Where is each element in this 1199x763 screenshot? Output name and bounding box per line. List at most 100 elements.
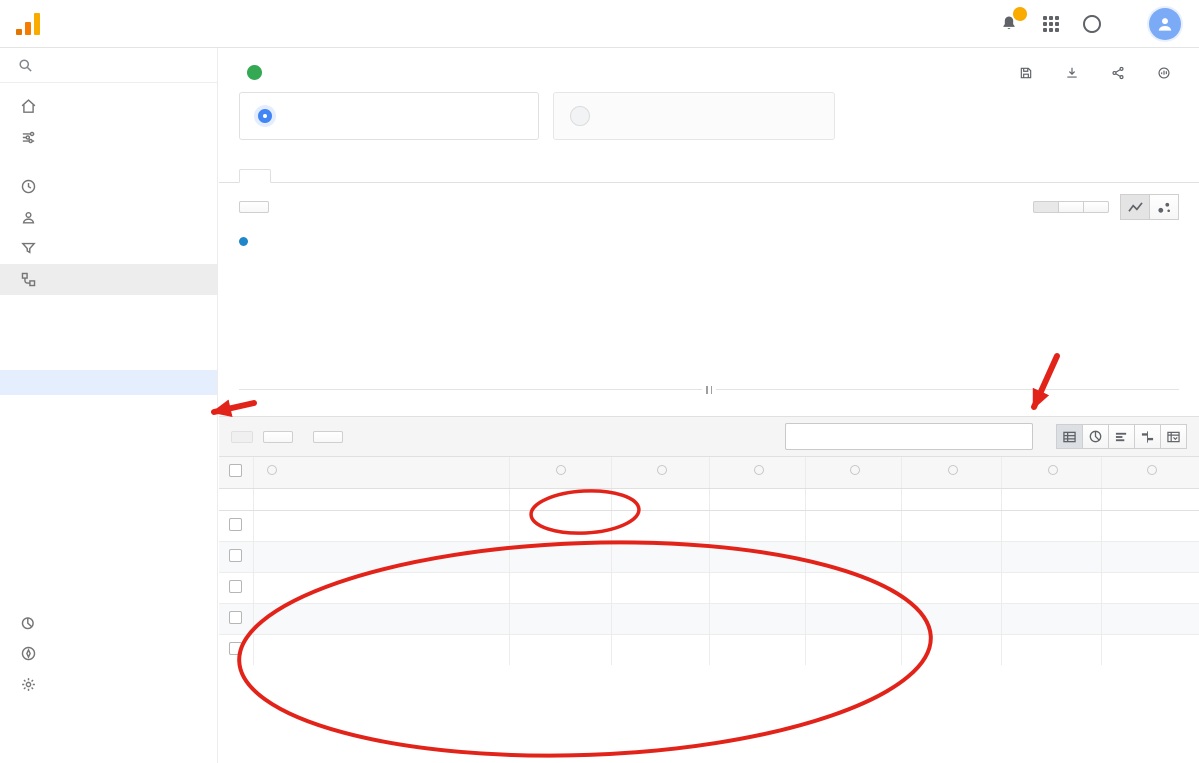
granularity-day-button[interactable] (1033, 201, 1059, 213)
sidebar-item-landing-pages[interactable] (0, 420, 217, 445)
metric-dropdown[interactable] (239, 201, 269, 213)
sidebar-item-all-pages[interactable] (0, 370, 217, 395)
granularity-toggle (1033, 201, 1109, 213)
help-icon (1083, 15, 1101, 33)
bubble-chart-icon (1157, 201, 1172, 214)
granularity-week-button[interactable] (1058, 201, 1084, 213)
analytics-logo-icon (16, 13, 40, 35)
help-icon (657, 465, 667, 475)
audience-icon (20, 209, 37, 226)
notification-badge (1013, 7, 1027, 21)
help-button[interactable] (1083, 15, 1101, 33)
sidebar-item-customization[interactable] (0, 122, 217, 153)
left-sidebar (0, 48, 218, 763)
chart-scroll-track[interactable] (239, 389, 1179, 397)
row-checkbox[interactable] (229, 611, 242, 624)
secondary-dimension-dropdown[interactable] (263, 431, 293, 443)
sidebar-search[interactable] (0, 48, 217, 83)
row-checkbox[interactable] (229, 518, 242, 531)
customization-icon (20, 129, 37, 146)
acquisition-icon (20, 240, 37, 257)
pie-chart-icon (1089, 430, 1102, 443)
motion-chart-toggle-button[interactable] (1149, 194, 1179, 220)
select-all-checkbox[interactable] (229, 464, 242, 477)
attribution-icon (20, 614, 37, 631)
pivot-view-button[interactable] (1160, 424, 1187, 449)
advanced-filter-chip[interactable] (785, 423, 1033, 450)
sidebar-item-discover[interactable] (0, 638, 217, 669)
sidebar-item-site-speed[interactable] (0, 470, 217, 495)
gear-icon (20, 676, 37, 693)
sidebar-item-content-drilldown[interactable] (0, 395, 217, 420)
help-icon (948, 465, 958, 475)
segment-ring-icon (258, 109, 272, 123)
timeseries-chart[interactable] (219, 248, 1199, 397)
row-checkbox[interactable] (229, 549, 242, 562)
help-icon (1147, 465, 1157, 475)
sidebar-item-acquisition[interactable] (0, 233, 217, 264)
sidebar-item-experiments[interactable] (0, 570, 217, 595)
column-header-pageviews[interactable] (509, 457, 611, 489)
sidebar-item-home[interactable] (0, 91, 217, 122)
sidebar-item-events[interactable] (0, 520, 217, 545)
plot-rows-button[interactable] (231, 431, 253, 443)
segment-all-users[interactable] (239, 92, 539, 140)
column-header-page-value[interactable] (1101, 457, 1199, 489)
sidebar-item-behavior-overview[interactable] (0, 295, 217, 320)
insights-icon (1157, 66, 1171, 80)
tab-navigation-summary[interactable] (271, 170, 301, 182)
tab-explorer[interactable] (239, 169, 271, 183)
table-row (219, 573, 1199, 604)
granularity-month-button[interactable] (1083, 201, 1109, 213)
performance-view-button[interactable] (1108, 424, 1135, 449)
percentage-view-button[interactable] (1082, 424, 1109, 449)
sidebar-item-exit-pages[interactable] (0, 445, 217, 470)
insights-button[interactable] (1157, 66, 1177, 80)
legend-dot-icon (239, 237, 248, 246)
column-header-bounce-rate[interactable] (901, 457, 1001, 489)
row-checkbox[interactable] (229, 580, 242, 593)
pivot-icon (1167, 431, 1180, 443)
line-chart-icon (1128, 201, 1143, 214)
column-header-avg-time[interactable] (709, 457, 805, 489)
sidebar-item-publisher[interactable] (0, 545, 217, 570)
table-view-switcher (1057, 424, 1187, 449)
home-icon (20, 98, 37, 115)
user-avatar[interactable] (1149, 8, 1181, 40)
column-header-unique-pageviews[interactable] (611, 457, 709, 489)
column-header-exit-rate[interactable] (1001, 457, 1101, 489)
notifications-button[interactable] (999, 14, 1019, 34)
add-segment-button[interactable] (553, 92, 835, 140)
column-header-entrances[interactable] (805, 457, 901, 489)
apps-button[interactable] (1043, 16, 1059, 32)
download-icon (1065, 66, 1079, 80)
analytics-logo[interactable] (0, 13, 63, 35)
sidebar-item-realtime[interactable] (0, 171, 217, 202)
sidebar-item-attribution[interactable] (0, 607, 217, 638)
chart-drag-handle-icon[interactable] (702, 386, 716, 394)
top-app-bar (0, 0, 1199, 48)
sidebar-item-admin[interactable] (0, 669, 217, 700)
column-header-page[interactable] (253, 457, 509, 489)
help-icon (850, 465, 860, 475)
save-icon (1019, 66, 1033, 80)
export-button[interactable] (1065, 66, 1085, 80)
sidebar-item-site-content[interactable] (0, 345, 217, 370)
person-icon (1155, 14, 1175, 34)
sidebar-search-input[interactable] (43, 57, 203, 73)
chart-legend (219, 229, 1199, 248)
share-button[interactable] (1111, 66, 1131, 80)
sidebar-item-behavior-flow[interactable] (0, 320, 217, 345)
line-chart-toggle-button[interactable] (1120, 194, 1150, 220)
row-checkbox[interactable] (229, 642, 242, 655)
pages-table (219, 457, 1199, 665)
apps-grid-icon (1043, 16, 1059, 32)
help-icon (267, 465, 277, 475)
sort-type-dropdown[interactable] (313, 431, 343, 443)
sidebar-item-behavior[interactable] (0, 264, 217, 295)
save-button[interactable] (1019, 66, 1039, 80)
sidebar-item-site-search[interactable] (0, 495, 217, 520)
comparison-view-button[interactable] (1134, 424, 1161, 449)
sidebar-item-audience[interactable] (0, 202, 217, 233)
data-view-button[interactable] (1056, 424, 1083, 449)
